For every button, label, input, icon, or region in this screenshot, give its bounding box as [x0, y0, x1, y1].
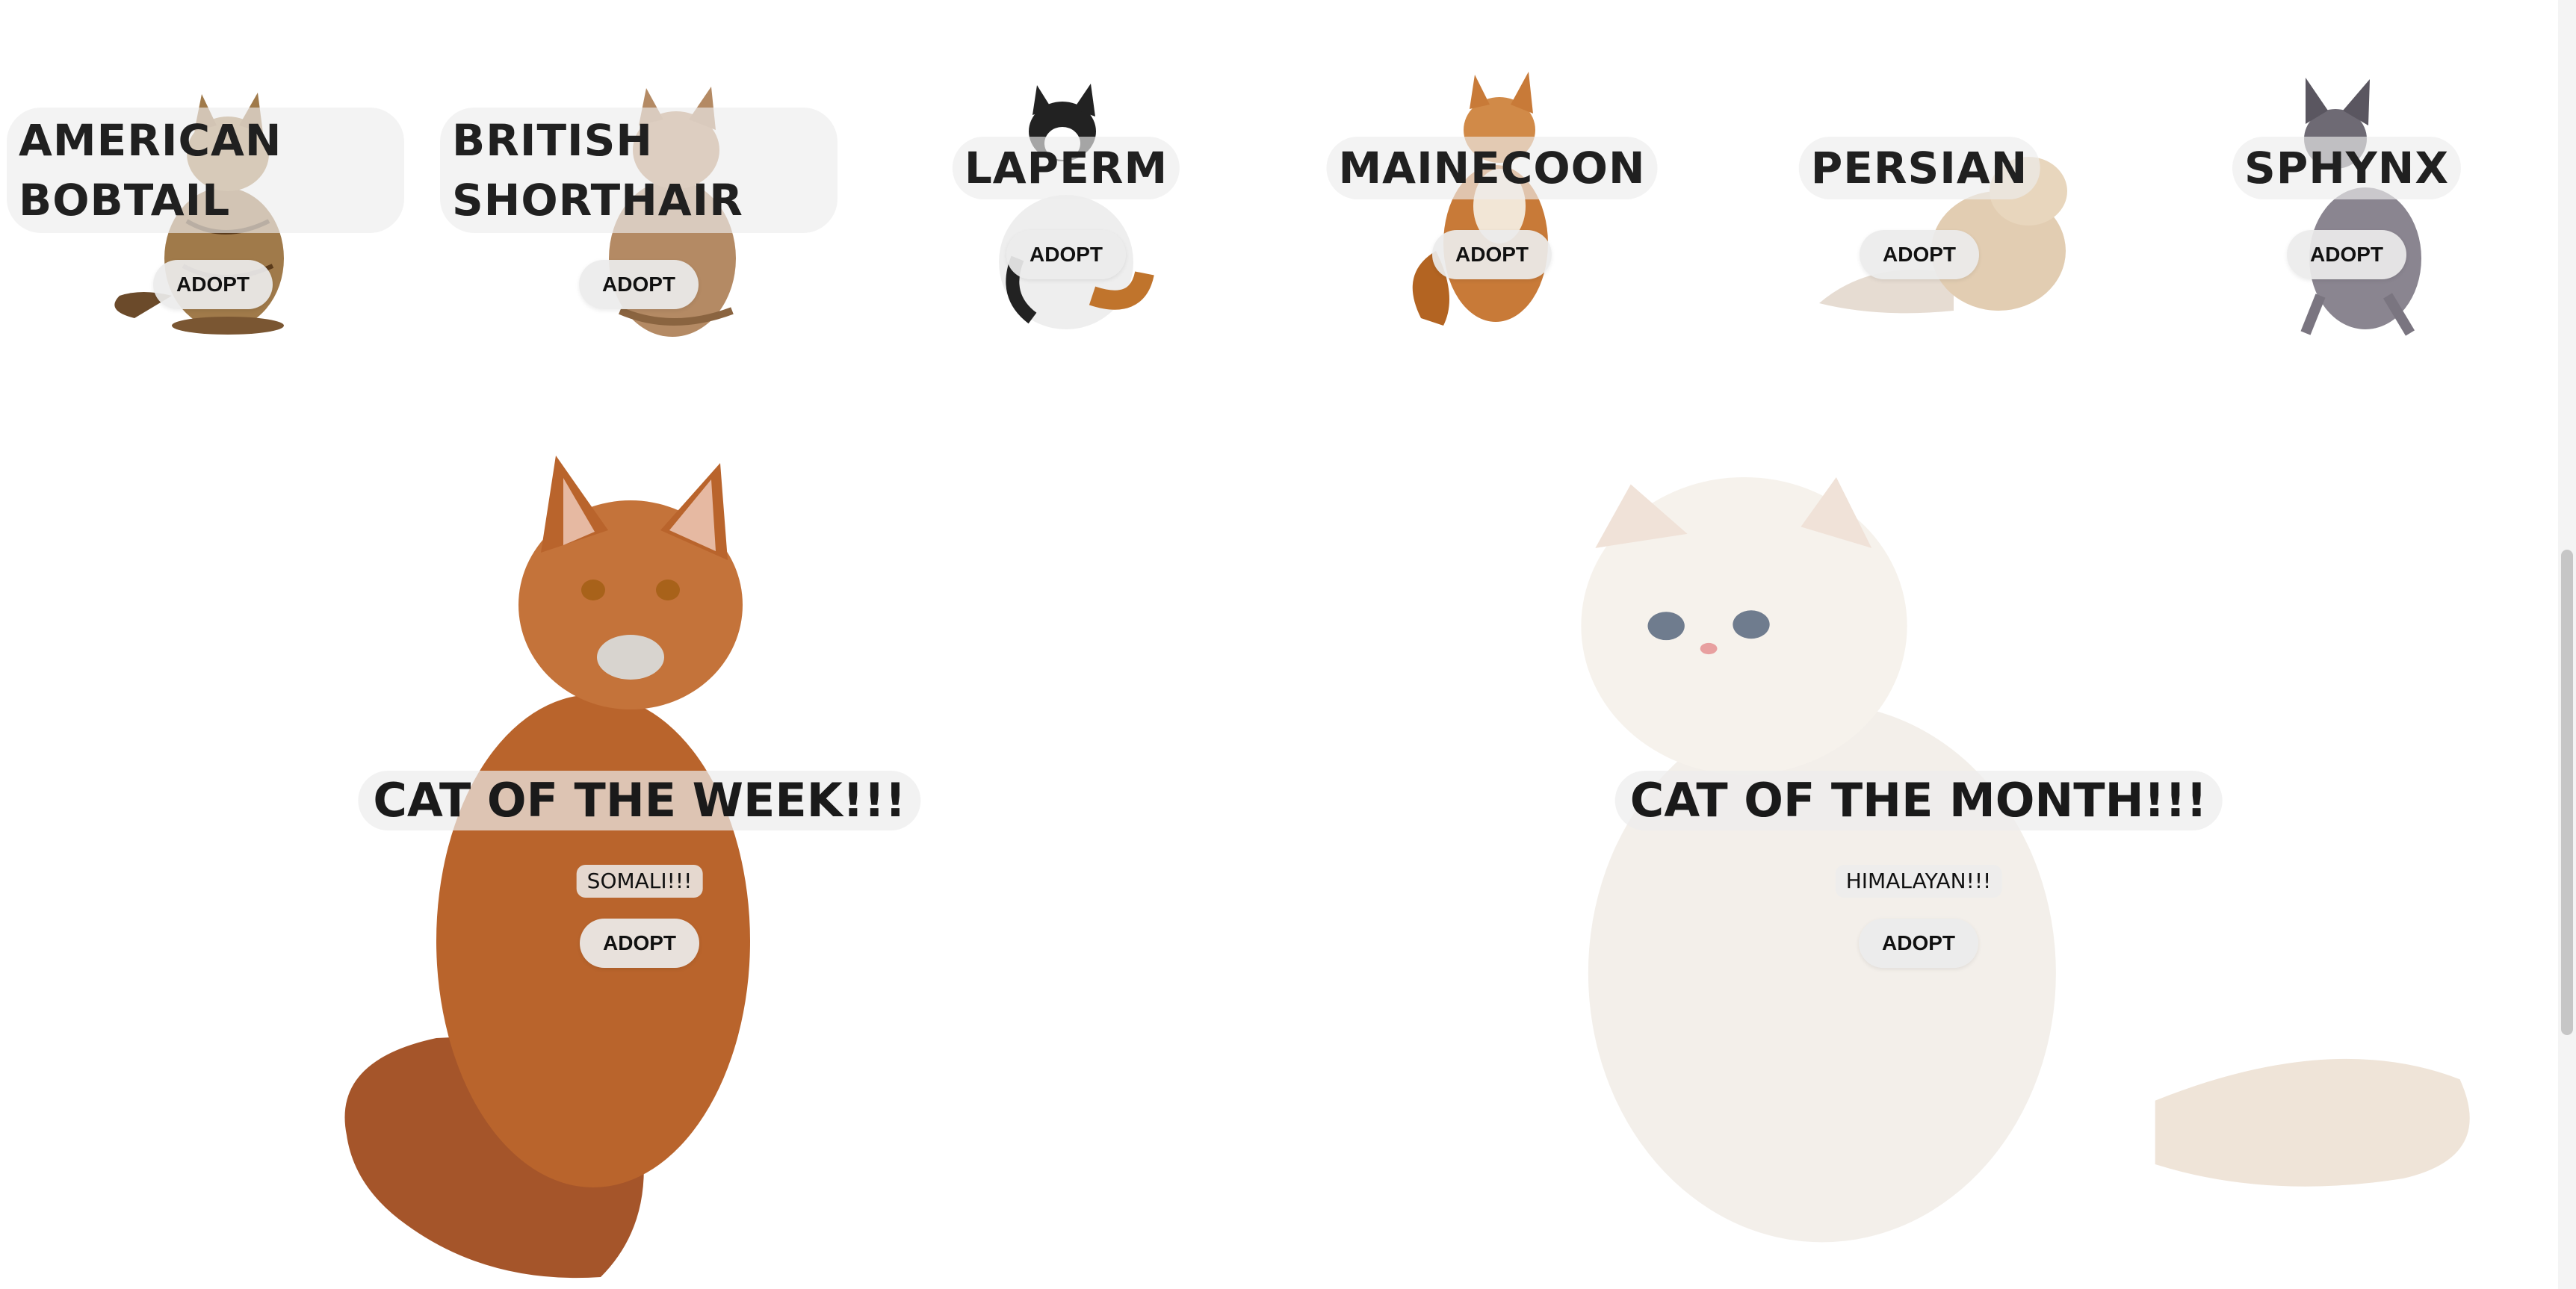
- breed-name: SPHYNX: [2232, 137, 2462, 199]
- breed-card-mainecoon: MAINECOON ADOPT: [1279, 0, 1705, 358]
- laperm-cat-image: [999, 84, 1154, 329]
- breed-card-sphynx: SPHYNX ADOPT: [2134, 0, 2560, 358]
- adopt-button[interactable]: ADOPT: [1432, 230, 1552, 279]
- scrollbar-thumb[interactable]: [2561, 550, 2573, 1035]
- breed-card-british-shorthair: BRITISH SHORTHAIR ADOPT: [426, 0, 852, 358]
- sphynx-cat-image: [2300, 78, 2421, 336]
- breed-card-american-bobtail: AMERICAN BOBTAIL ADOPT: [0, 0, 426, 358]
- adopt-button[interactable]: ADOPT: [2287, 230, 2406, 279]
- adopt-button[interactable]: ADOPT: [1860, 230, 1979, 279]
- adopt-button[interactable]: ADOPT: [153, 260, 273, 309]
- adopt-button[interactable]: ADOPT: [579, 260, 699, 309]
- breed-name: PERSIAN: [1798, 137, 2040, 199]
- persian-cat-image: [1819, 157, 2068, 314]
- cat-of-the-week-section: CAT OF THE WEEK!!! SOMALI!!! ADOPT: [212, 418, 1067, 1289]
- adopt-button[interactable]: ADOPT: [1859, 919, 1978, 968]
- breed-card-persian: PERSIAN ADOPT: [1706, 0, 2132, 358]
- cat-of-the-month-section: CAT OF THE MONTH!!! HIMALAYAN!!! ADOPT: [1491, 418, 2470, 1289]
- breed-name: BRITISH SHORTHAIR: [440, 108, 837, 233]
- cat-of-the-month-title: CAT OF THE MONTH!!!: [1614, 771, 2223, 830]
- cat-of-the-week-title: CAT OF THE WEEK!!!: [358, 771, 921, 830]
- mainecoon-cat-image: [1412, 72, 1548, 326]
- breed-name: MAINECOON: [1326, 137, 1658, 199]
- cat-of-the-month-breed: HIMALAYAN!!!: [1835, 865, 2002, 898]
- breed-name: LAPERM: [952, 137, 1180, 199]
- adopt-button[interactable]: ADOPT: [1006, 230, 1126, 279]
- vertical-scrollbar[interactable]: [2558, 0, 2576, 1289]
- cat-of-the-week-breed: SOMALI!!!: [576, 865, 703, 898]
- breed-name: AMERICAN BOBTAIL: [7, 108, 404, 233]
- breed-card-laperm: LAPERM ADOPT: [853, 0, 1279, 358]
- somali-cat-image: [344, 456, 750, 1279]
- adopt-button[interactable]: ADOPT: [580, 919, 699, 968]
- breed-gallery: AMERICAN BOBTAIL ADOPT BRITISH SHORTHAIR…: [0, 0, 2555, 358]
